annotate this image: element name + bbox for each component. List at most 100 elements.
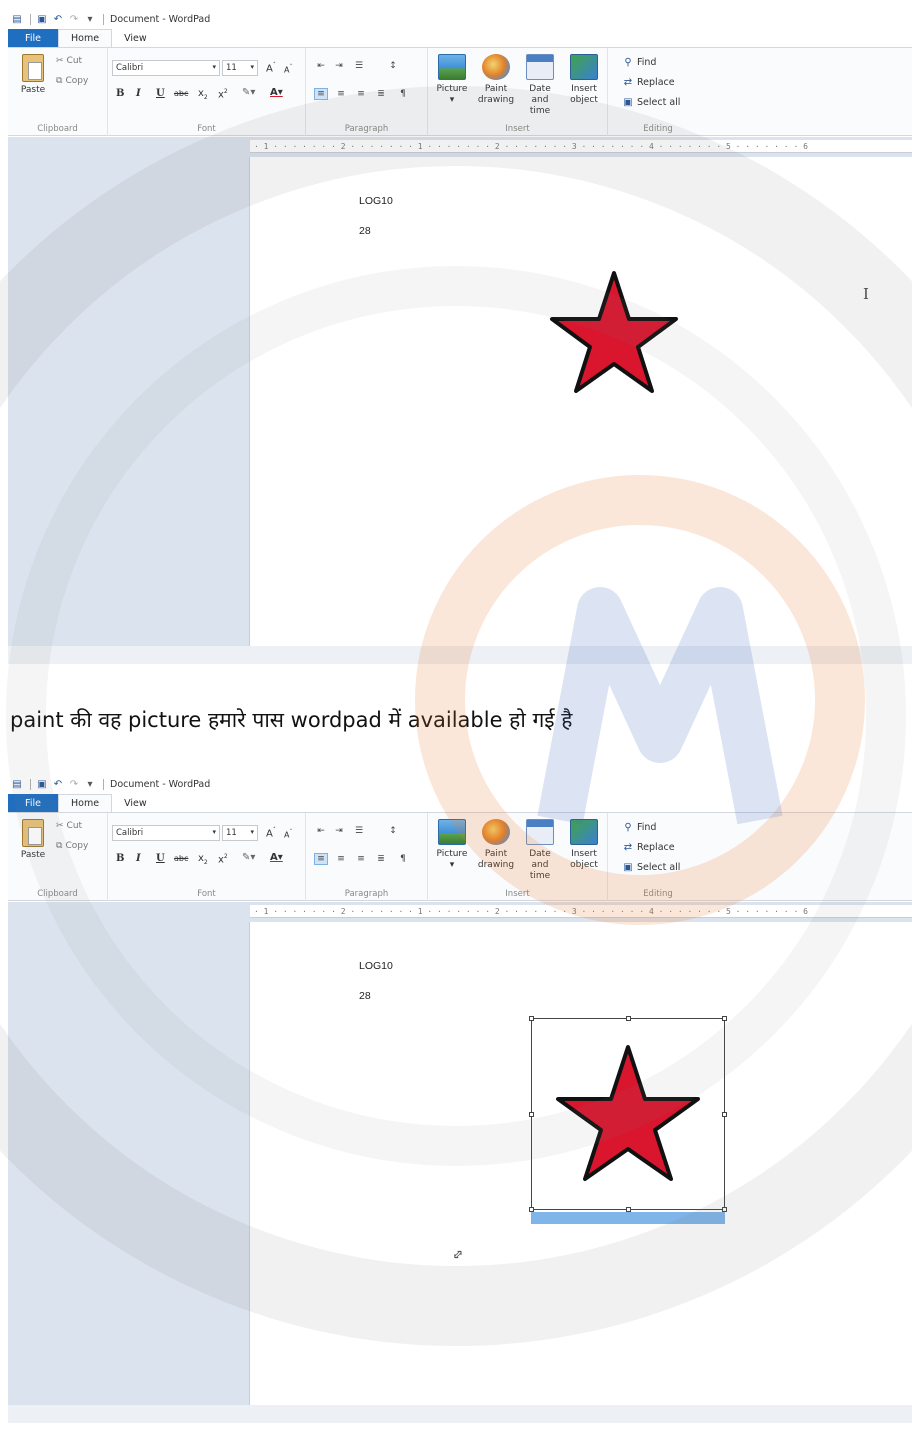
customize-quick-access-icon[interactable]: ▾ — [83, 777, 97, 791]
strikethrough-icon[interactable]: abc — [174, 89, 188, 98]
increase-indent-icon[interactable]: ⇥ — [332, 825, 346, 837]
text-color-icon[interactable]: A▾ — [270, 87, 283, 98]
strikethrough-icon[interactable]: abc — [174, 854, 188, 863]
font-family-select[interactable]: Calibri ▾ — [112, 825, 220, 841]
justify-icon[interactable]: ≣ — [374, 853, 388, 865]
tab-file[interactable]: File — [8, 29, 58, 47]
picture-button[interactable]: Picture ▾ — [432, 819, 472, 871]
bold-icon[interactable]: B — [116, 88, 124, 99]
highlight-icon[interactable]: ✎▾ — [242, 87, 255, 98]
wordpad-app-icon[interactable]: ▤ — [10, 777, 24, 791]
document-page[interactable]: LOG10 28 ⇕ — [250, 922, 912, 1405]
grow-font-icon[interactable]: Aˆ — [266, 827, 276, 839]
cut-button[interactable]: ✂ Cut — [56, 56, 82, 66]
resize-handle-right[interactable] — [722, 1112, 727, 1117]
redo-icon[interactable]: ↷ — [67, 777, 81, 791]
underline-icon[interactable]: U — [156, 853, 165, 864]
customize-quick-access-icon[interactable]: ▾ — [83, 12, 97, 26]
copy-button[interactable]: ⧉ Copy — [56, 76, 88, 86]
undo-icon[interactable]: ↶ — [51, 12, 65, 26]
select-all-button[interactable]: ▣ Select all — [622, 861, 680, 873]
copy-button[interactable]: ⧉ Copy — [56, 841, 88, 851]
paragraph-settings-icon[interactable]: ¶ — [396, 853, 410, 865]
cut-button[interactable]: ✂ Cut — [56, 821, 82, 831]
date-time-button[interactable]: Date and time — [520, 54, 560, 117]
text-color-icon[interactable]: A▾ — [270, 852, 283, 863]
align-left-icon[interactable]: ≡ — [314, 853, 328, 865]
save-icon[interactable]: ▣ — [35, 777, 49, 791]
bullets-icon[interactable]: ☰ — [352, 60, 366, 72]
superscript-icon[interactable]: x2 — [218, 853, 228, 865]
redo-icon[interactable]: ↷ — [67, 12, 81, 26]
italic-icon[interactable]: I — [136, 88, 141, 99]
replace-button[interactable]: ⇄ Replace — [622, 76, 675, 88]
italic-icon[interactable]: I — [136, 853, 141, 864]
increase-indent-icon[interactable]: ⇥ — [332, 60, 346, 72]
insert-group: Picture ▾ Paint drawing Date and time In… — [428, 813, 608, 901]
align-center-icon[interactable]: ≡ — [334, 853, 348, 865]
highlight-icon[interactable]: ✎▾ — [242, 852, 255, 863]
picture-button[interactable]: Picture ▾ — [432, 54, 472, 106]
select-all-button[interactable]: ▣ Select all — [622, 96, 680, 108]
align-left-icon[interactable]: ≡ — [314, 88, 328, 100]
picture-icon — [438, 819, 466, 845]
subscript-icon[interactable]: x2 — [198, 853, 208, 866]
paste-button[interactable]: Paste — [16, 819, 50, 860]
undo-icon[interactable]: ↶ — [51, 777, 65, 791]
ruler[interactable]: · 1 · · · · · · · 2 · · · · · · · 1 · · … — [250, 905, 912, 918]
align-center-icon[interactable]: ≡ — [334, 88, 348, 100]
superscript-icon[interactable]: x2 — [218, 88, 228, 100]
tab-home[interactable]: Home — [58, 794, 113, 812]
paste-button[interactable]: Paste — [16, 54, 50, 95]
paint-drawing-button[interactable]: Paint drawing — [476, 819, 516, 871]
align-right-icon[interactable]: ≡ — [354, 853, 368, 865]
tab-home[interactable]: Home — [58, 29, 113, 47]
resize-handle-top-right[interactable] — [722, 1016, 727, 1021]
shrink-font-icon[interactable]: Aˇ — [284, 829, 292, 840]
bold-icon[interactable]: B — [116, 853, 124, 864]
resize-handle-top[interactable] — [626, 1016, 631, 1021]
replace-button[interactable]: ⇄ Replace — [622, 841, 675, 853]
find-button[interactable]: ⚲ Find — [622, 56, 656, 68]
align-right-icon[interactable]: ≡ — [354, 88, 368, 100]
insert-group-label: Insert — [505, 889, 530, 899]
date-time-button[interactable]: Date and time — [520, 819, 560, 882]
shrink-font-icon[interactable]: Aˇ — [284, 64, 292, 75]
ruler[interactable]: · 1 · · · · · · · 2 · · · · · · · 1 · · … — [250, 140, 912, 153]
justify-icon[interactable]: ≣ — [374, 88, 388, 100]
line-spacing-icon[interactable]: ↕ — [386, 825, 400, 837]
font-size-select[interactable]: 11 ▾ — [222, 60, 258, 76]
find-button[interactable]: ⚲ Find — [622, 821, 656, 833]
star-picture[interactable] — [556, 1043, 700, 1183]
star-picture[interactable] — [550, 269, 678, 393]
tab-view[interactable]: View — [112, 29, 159, 47]
resize-handle-top-left[interactable] — [529, 1016, 534, 1021]
tab-file[interactable]: File — [8, 794, 58, 812]
save-icon[interactable]: ▣ — [35, 12, 49, 26]
date-label-line1: Date and — [529, 849, 551, 870]
insert-object-button[interactable]: Insert object — [564, 54, 604, 106]
grow-font-icon[interactable]: Aˆ — [266, 62, 276, 74]
paint-drawing-button[interactable]: Paint drawing — [476, 54, 516, 106]
select-all-label: Select all — [637, 861, 681, 873]
font-size-select[interactable]: 11 ▾ — [222, 825, 258, 841]
bullets-icon[interactable]: ☰ — [352, 825, 366, 837]
paint-label-line2: drawing — [477, 860, 515, 870]
cut-label: Cut — [66, 821, 83, 831]
line-spacing-icon[interactable]: ↕ — [386, 60, 400, 72]
wordpad-app-icon[interactable]: ▤ — [10, 12, 24, 26]
font-family-select[interactable]: Calibri ▾ — [112, 60, 220, 76]
document-page[interactable]: LOG10 28 I — [250, 157, 912, 646]
resize-handle-left[interactable] — [529, 1112, 534, 1117]
find-label: Find — [637, 56, 657, 68]
paragraph-settings-icon[interactable]: ¶ — [396, 88, 410, 100]
picture-selection-frame[interactable] — [529, 1016, 727, 1212]
insert-object-button[interactable]: Insert object — [564, 819, 604, 871]
decrease-indent-icon[interactable]: ⇤ — [314, 825, 328, 837]
decrease-indent-icon[interactable]: ⇤ — [314, 60, 328, 72]
document-line-28: 28 — [359, 225, 371, 237]
tab-view[interactable]: View — [112, 794, 159, 812]
underline-icon[interactable]: U — [156, 88, 165, 99]
subscript-icon[interactable]: x2 — [198, 88, 208, 101]
find-label: Find — [637, 821, 657, 833]
